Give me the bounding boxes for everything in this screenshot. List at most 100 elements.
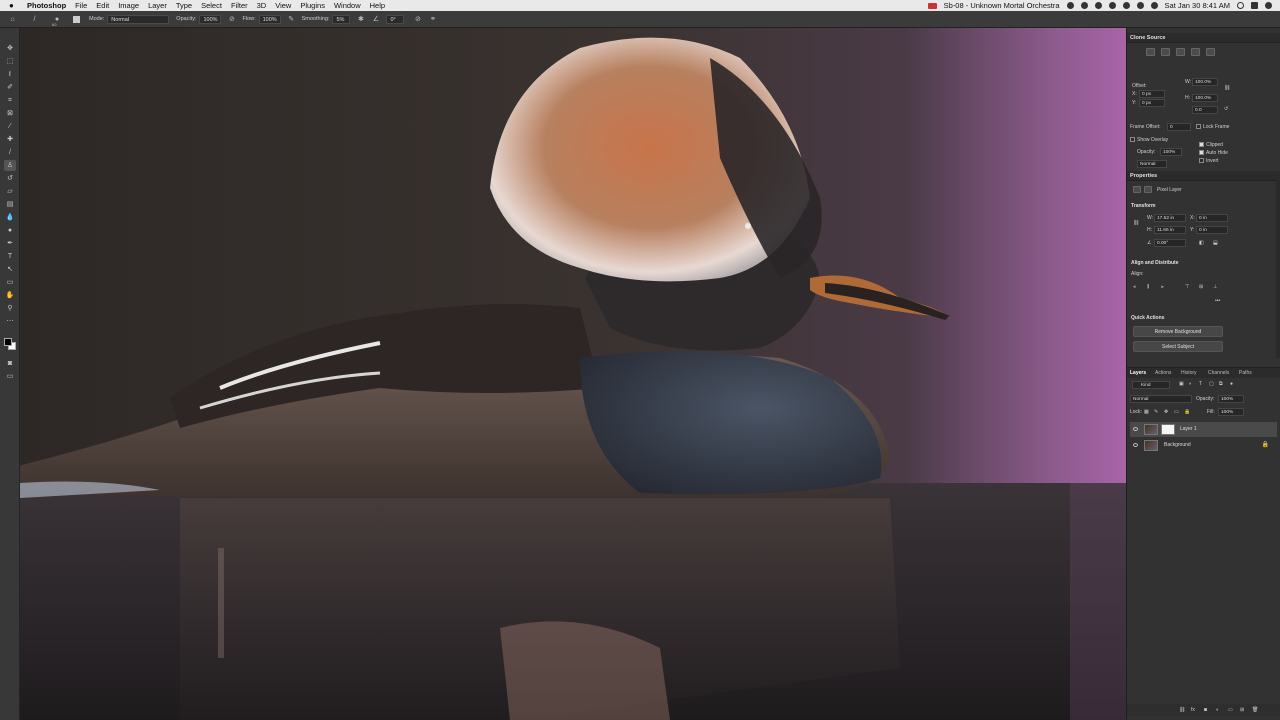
overlay-opacity-field[interactable]: 100%: [1160, 148, 1182, 156]
menu-window[interactable]: Window: [334, 1, 361, 10]
blur-tool-icon[interactable]: 💧: [4, 212, 16, 223]
clock[interactable]: Sat Jan 30 8:41 AM: [1165, 1, 1230, 10]
siri-icon[interactable]: [1265, 2, 1272, 9]
properties-scrollbar[interactable]: [1276, 180, 1280, 358]
quick-actions-section-title[interactable]: Quick Actions: [1131, 315, 1164, 321]
lasso-tool-icon[interactable]: ℓ: [4, 69, 16, 80]
layer-opacity-field[interactable]: 100%: [1218, 395, 1244, 403]
marquee-tool-icon[interactable]: ⬚: [4, 56, 16, 67]
link-scale-icon[interactable]: ⛓: [1224, 85, 1230, 91]
filter-shape-icon[interactable]: ▢: [1209, 381, 1214, 387]
offset-x-field[interactable]: 0 px: [1139, 90, 1165, 98]
flip-horizontal-icon[interactable]: ◧: [1199, 240, 1204, 246]
bluetooth-icon[interactable]: [1094, 2, 1102, 9]
clone-source-4-button[interactable]: [1191, 48, 1200, 56]
clone-source-3-button[interactable]: [1176, 48, 1185, 56]
history-brush-tool-icon[interactable]: ↺: [4, 173, 16, 184]
layer-lock-icon[interactable]: 🔒: [1262, 438, 1269, 453]
layer-row-layer-1[interactable]: Layer 1: [1130, 422, 1277, 437]
symmetry-icon[interactable]: ⚭: [428, 15, 437, 24]
tab-history[interactable]: History: [1181, 368, 1197, 378]
crop-tool-icon[interactable]: ⌗: [4, 95, 16, 106]
align-bottom-icon[interactable]: ⊥: [1213, 284, 1217, 290]
align-center-icon[interactable]: ⫼: [1147, 284, 1149, 290]
brush-settings-icon[interactable]: [73, 15, 80, 23]
document-canvas[interactable]: [20, 28, 1126, 720]
invert-checkbox[interactable]: [1199, 158, 1204, 163]
delete-layer-icon[interactable]: 🗑: [1252, 707, 1258, 713]
menu-plugins[interactable]: Plugins: [300, 1, 325, 10]
healing-brush-tool-icon[interactable]: ✚: [4, 134, 16, 145]
opacity-field[interactable]: 100%: [199, 14, 222, 24]
layer-row-background[interactable]: Background 🔒: [1130, 438, 1277, 453]
layer-filter-dropdown[interactable]: Kind: [1132, 381, 1170, 389]
control-center-icon[interactable]: [1251, 2, 1258, 9]
flow-field[interactable]: 100%: [258, 14, 281, 24]
lock-artboard-icon[interactable]: ▭: [1174, 409, 1179, 415]
tab-channels[interactable]: Channels: [1208, 368, 1229, 378]
new-group-icon[interactable]: ▭: [1228, 707, 1233, 713]
quick-mask-icon[interactable]: ◙: [4, 358, 16, 369]
smoothing-options-icon[interactable]: ✱: [356, 15, 365, 24]
brush-tool-icon[interactable]: /: [30, 15, 39, 24]
scale-w-field[interactable]: 100.0%: [1192, 78, 1218, 86]
transform-y-field[interactable]: 0 in: [1196, 226, 1228, 234]
more-options-icon[interactable]: •••: [1215, 298, 1220, 304]
transform-angle-field[interactable]: 0.00°: [1154, 239, 1186, 247]
eraser-tool-icon[interactable]: ▱: [4, 186, 16, 197]
select-subject-button[interactable]: Select Subject: [1133, 341, 1223, 352]
layer-mask-thumbnail[interactable]: [1161, 424, 1175, 435]
menu-view[interactable]: View: [275, 1, 291, 10]
filter-pixel-icon[interactable]: ▣: [1179, 381, 1184, 387]
creative-cloud-icon[interactable]: [1080, 2, 1088, 9]
link-dimensions-icon[interactable]: ⛓: [1133, 220, 1139, 226]
now-playing-text[interactable]: Sb-08 - Unknown Mortal Orchestra: [944, 1, 1060, 10]
home-icon[interactable]: ⌂: [8, 15, 17, 24]
gear-icon[interactable]: [1122, 2, 1130, 9]
clone-source-5-button[interactable]: [1206, 48, 1215, 56]
new-layer-icon[interactable]: ⊞: [1240, 707, 1244, 713]
shape-tool-icon[interactable]: ▭: [4, 277, 16, 288]
eyedropper-tool-icon[interactable]: ⁄: [4, 121, 16, 132]
apple-menu-icon[interactable]: ●: [9, 1, 19, 10]
layer-name[interactable]: Background: [1164, 438, 1191, 453]
show-overlay-checkbox[interactable]: [1130, 137, 1135, 142]
quick-select-tool-icon[interactable]: ✐: [4, 82, 16, 93]
layer-name[interactable]: Layer 1: [1180, 422, 1197, 437]
auto-hide-checkbox[interactable]: [1199, 150, 1204, 155]
screen-mode-icon[interactable]: ▭: [4, 371, 16, 382]
wifi-icon[interactable]: [1150, 2, 1158, 9]
frame-tool-icon[interactable]: ⊠: [4, 108, 16, 119]
flip-vertical-icon[interactable]: ⬓: [1213, 240, 1218, 246]
clone-source-2-button[interactable]: [1161, 48, 1170, 56]
visibility-eye-icon[interactable]: [1133, 427, 1138, 431]
pressure-opacity-icon[interactable]: ⊘: [227, 15, 236, 24]
gradient-tool-icon[interactable]: ▤: [4, 199, 16, 210]
offset-y-field[interactable]: 0 px: [1139, 99, 1165, 107]
tab-layers[interactable]: Layers: [1130, 368, 1146, 378]
align-right-icon[interactable]: ⫸: [1161, 284, 1164, 290]
app-menu[interactable]: Photoshop: [27, 1, 66, 10]
zoom-tool-icon[interactable]: ⚲: [4, 303, 16, 314]
dodge-tool-icon[interactable]: ●: [4, 225, 16, 236]
search-icon[interactable]: [1237, 2, 1244, 9]
filter-type-icon[interactable]: T: [1199, 381, 1202, 387]
align-section-title[interactable]: Align and Distribute: [1131, 260, 1179, 266]
remove-background-button[interactable]: Remove Background: [1133, 326, 1223, 337]
move-tool-icon[interactable]: ✥: [4, 43, 16, 54]
smoothing-field[interactable]: 5%: [332, 14, 351, 24]
airbrush-icon[interactable]: ✎: [287, 15, 296, 24]
clipped-checkbox[interactable]: [1199, 142, 1204, 147]
menu-file[interactable]: File: [75, 1, 87, 10]
clone-source-1-button[interactable]: [1146, 48, 1155, 56]
angle-field[interactable]: 0°: [386, 14, 405, 24]
lock-transparent-icon[interactable]: ▦: [1144, 409, 1149, 415]
rotation-field[interactable]: 0.0: [1192, 106, 1218, 114]
filter-smart-object-icon[interactable]: ⧉: [1219, 381, 1223, 387]
align-middle-icon[interactable]: ⊞: [1199, 284, 1203, 290]
menu-layer[interactable]: Layer: [148, 1, 167, 10]
tab-actions[interactable]: Actions: [1155, 368, 1171, 378]
menu-image[interactable]: Image: [118, 1, 139, 10]
transform-w-field[interactable]: 17.52 in: [1154, 214, 1186, 222]
transform-x-field[interactable]: 0 in: [1196, 214, 1228, 222]
